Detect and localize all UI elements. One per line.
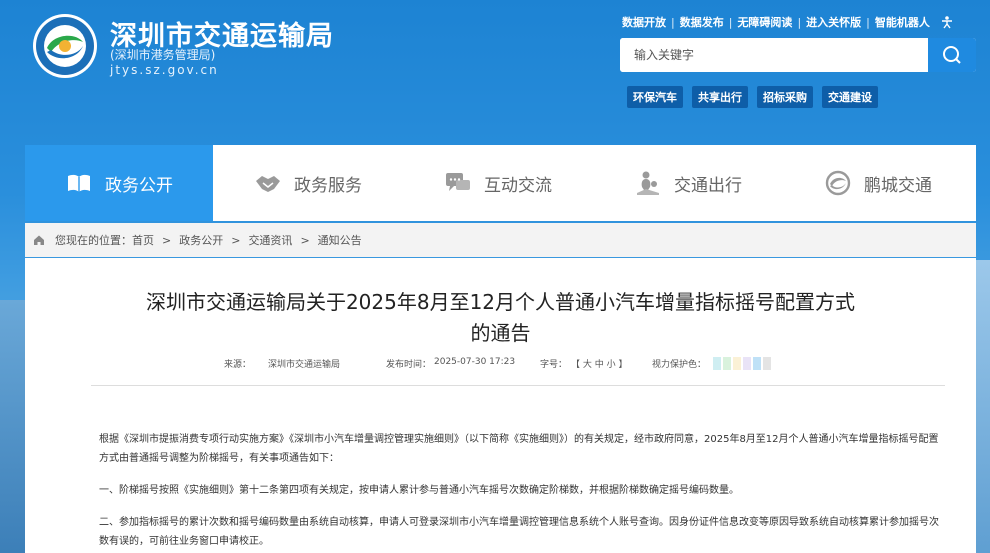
site-header: 深圳市交通运输局 (深圳市港务管理局) jtys.sz.gov.cn 数据开放 … [0,0,990,145]
search-button[interactable] [928,38,976,72]
toplink-robot[interactable]: 智能机器人 [875,14,930,30]
eye-color-swatch[interactable] [723,357,731,370]
toplink-accessibility[interactable]: 无障碍阅读 [737,14,792,30]
eye-color-swatch[interactable] [733,357,741,370]
site-logo-icon[interactable] [27,12,103,80]
site-subtitle: (深圳市港务管理局) [110,48,216,62]
toplink-data-release[interactable]: 数据发布 [680,14,724,30]
nav-label: 互动交流 [484,175,552,196]
eye-color-swatch[interactable] [753,357,761,370]
accessibility-icon[interactable] [940,15,954,29]
date-label: 发布时间： [386,360,432,370]
article-body: 根据《深圳市提振消费专项行动实施方案》《深圳市小汽车增量调控管理实施细则》（以下… [75,430,947,553]
toplink-data-open[interactable]: 数据开放 [622,14,666,30]
tag-procurement[interactable]: 招标采购 [757,86,813,108]
nav-item-gov-affairs[interactable]: 政务公开 [25,145,213,221]
nav-label: 政务公开 [105,175,173,196]
date-value: 2025-07-30 17:23 [434,357,516,367]
paragraph: 一、阶梯摇号按照《实施细则》第十二条第四项有关规定，按申请人累计参与普通小汽车摇… [99,485,739,496]
toplink-care-version[interactable]: 进入关怀版 [806,14,861,30]
article-title: 深圳市交通运输局关于2025年8月至12月个人普通小汽车增量指标摇号配置方式 的… [145,290,856,345]
hot-tags: 环保汽车 共享出行 招标采购 交通建设 [627,86,878,108]
breadcrumb: 您现在的位置： 首页 > 政务公开 > 交通资讯 > 通知公告 [25,223,976,257]
top-links: 数据开放 | 数据发布 | 无障碍阅读 | 进入关怀版 | 智能机器人 [622,14,954,30]
main-nav: 政务公开 政务服务 互动交流 交通出行 鹏城交通 [25,145,976,221]
nav-item-travel[interactable]: 交通出行 [593,145,783,221]
breadcrumb-news[interactable]: 交通资讯 [248,232,292,248]
eye-color-swatch[interactable] [763,357,771,370]
map-person-icon [637,171,659,195]
paragraph: 二、参加指标摇号的累计次数和摇号编码数量由系统自动核算，申请人可登录深圳市小汽车… [99,517,939,547]
tag-shared-travel[interactable]: 共享出行 [692,86,748,108]
chat-icon [446,173,470,191]
nav-item-pengcheng[interactable]: 鹏城交通 [783,145,973,221]
breadcrumb-prefix: 您现在的位置： [55,234,132,247]
background-decoration [974,260,990,553]
tag-construction[interactable]: 交通建设 [822,86,878,108]
font-size-label: 字号： [540,360,568,370]
eye-color-swatch[interactable] [743,357,751,370]
divider [91,385,945,386]
article-meta: 来源： 深圳市交通运输局 发布时间： 2025-07-30 17:23 字号： … [25,357,976,371]
search-box [620,38,976,72]
book-icon [68,174,90,192]
nav-item-interaction[interactable]: 互动交流 [403,145,593,221]
paragraph: 根据《深圳市提振消费专项行动实施方案》《深圳市小汽车增量调控管理实施细则》（以下… [99,434,939,464]
search-icon [943,46,961,64]
handshake-icon [256,176,280,192]
source-label: 来源： [224,360,252,370]
eye-color-swatches [713,357,771,370]
eye-protect-label: 视力保护色： [652,360,707,370]
breadcrumb-home[interactable]: 首页 [132,232,154,248]
logo-swirl-icon [825,170,851,196]
font-size-control[interactable]: 【 大 中 小 】 [571,357,627,370]
nav-label: 鹏城交通 [864,175,932,196]
breadcrumb-notice[interactable]: 通知公告 [318,232,362,248]
article-panel: 深圳市交通运输局关于2025年8月至12月个人普通小汽车增量指标摇号配置方式 的… [25,258,976,553]
source-value: 深圳市交通运输局 [268,360,341,370]
nav-label: 交通出行 [674,175,742,196]
nav-item-services[interactable]: 政务服务 [213,145,403,221]
site-domain: jtys.sz.gov.cn [110,63,219,77]
nav-label: 政务服务 [294,175,362,196]
search-input[interactable] [620,38,928,72]
breadcrumb-gov-affairs[interactable]: 政务公开 [179,232,223,248]
background-decoration [0,300,28,553]
tag-eco-car[interactable]: 环保汽车 [627,86,683,108]
eye-color-swatch[interactable] [713,357,721,370]
home-icon [34,235,44,245]
